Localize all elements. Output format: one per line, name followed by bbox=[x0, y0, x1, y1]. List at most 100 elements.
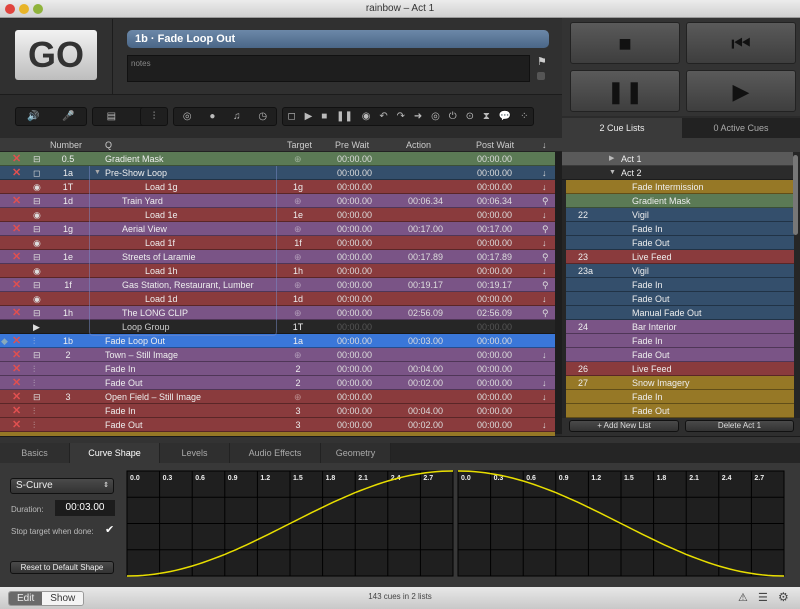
more-icon[interactable]: ⁘ bbox=[520, 111, 528, 122]
table-row[interactable]: ✕ ⊟ 2 Town – Still Image ⊕ 00:00.00 00:00.00 ↓ bbox=[0, 348, 555, 362]
flag-icon[interactable]: ⚑ bbox=[537, 55, 547, 68]
add-new-list-button[interactable]: + Add New List bbox=[569, 420, 679, 432]
table-row[interactable]: ✕ ⊟ 0.5 Gradient Mask ⊕ 00:00.00 00:00.00 bbox=[0, 152, 555, 166]
list-item[interactable]: Fade In bbox=[566, 334, 794, 348]
target-icon[interactable]: ⊕ bbox=[294, 278, 302, 292]
post-wait[interactable]: 00:00.00 bbox=[477, 166, 512, 180]
continue-mode-icon[interactable]: ⚲ bbox=[542, 306, 549, 320]
post-wait[interactable]: 00:00.00 bbox=[477, 404, 512, 418]
target-icon[interactable]: ⊕ bbox=[294, 348, 302, 362]
pre-wait[interactable]: 00:00.00 bbox=[337, 320, 372, 334]
target-icon[interactable]: ⊕ bbox=[294, 306, 302, 320]
list-item[interactable]: 23a Vigil bbox=[566, 264, 794, 278]
continue-mode-icon[interactable]: ⚲ bbox=[542, 250, 549, 264]
script-icon[interactable]: ⊙ bbox=[466, 111, 474, 122]
tab-geometry[interactable]: Geometry bbox=[321, 443, 391, 463]
speaker-icon[interactable]: 🔊 bbox=[27, 111, 39, 122]
pre-wait[interactable]: 00:00.00 bbox=[337, 152, 372, 166]
cue-number[interactable]: 3 bbox=[58, 390, 78, 404]
close-window-button[interactable] bbox=[5, 4, 15, 14]
post-wait[interactable]: 00:06.34 bbox=[477, 194, 512, 208]
post-wait[interactable]: 00:17.00 bbox=[477, 222, 512, 236]
tab-audio-effects[interactable]: Audio Effects bbox=[230, 443, 321, 463]
disclosure-triangle-icon[interactable]: ▶ bbox=[609, 152, 614, 166]
start-icon[interactable]: ▶ bbox=[305, 111, 313, 122]
redo-icon[interactable]: ↷ bbox=[397, 111, 405, 122]
disclosure-triangle-icon[interactable]: ▼ bbox=[609, 166, 616, 180]
target-icon[interactable]: ⊕ bbox=[294, 390, 302, 404]
load-icon[interactable]: ◉ bbox=[362, 111, 371, 122]
cue-target[interactable]: 1g bbox=[292, 180, 304, 194]
cue-lists-scrollbar[interactable] bbox=[793, 155, 798, 235]
table-row[interactable]: ◉ Load 1d 1d 00:00.00 00:00.00 ↓ bbox=[0, 292, 555, 306]
cue-name[interactable]: Town – Still Image bbox=[105, 348, 178, 362]
current-cue-name[interactable]: 1b · Fade Loop Out bbox=[127, 30, 549, 48]
header-pre-wait[interactable]: Pre Wait bbox=[335, 138, 369, 152]
action-duration[interactable]: 00:04.00 bbox=[408, 362, 443, 376]
cue-target[interactable]: 1T bbox=[292, 320, 304, 334]
list-item[interactable]: Fade In bbox=[566, 278, 794, 292]
cue-number[interactable]: 2 bbox=[58, 348, 78, 362]
pre-wait[interactable]: 00:00.00 bbox=[337, 264, 372, 278]
cue-name[interactable]: Fade Out bbox=[105, 418, 143, 432]
stop-icon[interactable]: ■ bbox=[321, 111, 327, 122]
cue-table-scrollbar[interactable] bbox=[555, 152, 562, 434]
cue-target[interactable]: 1d bbox=[292, 292, 304, 306]
list-item[interactable]: Fade In bbox=[566, 390, 794, 404]
continue-mode-icon[interactable]: ↓ bbox=[542, 236, 547, 250]
cue-target[interactable]: 1h bbox=[292, 264, 304, 278]
list-item[interactable]: Fade Out bbox=[566, 236, 794, 250]
cue-name[interactable]: Fade In bbox=[105, 362, 136, 376]
target-icon[interactable]: ⊕ bbox=[294, 152, 302, 166]
table-row[interactable]: ✕ ◻ 1a ▼ Pre-Show Loop 00:00.00 00:00.00 ↓ bbox=[0, 166, 555, 180]
continue-mode-icon[interactable]: ↓ bbox=[542, 418, 547, 432]
list-item[interactable]: 27 Snow Imagery bbox=[566, 376, 794, 390]
group-icon[interactable]: ◻ bbox=[287, 111, 295, 122]
continue-mode-icon[interactable]: ↓ bbox=[542, 264, 547, 278]
pre-wait[interactable]: 00:00.00 bbox=[337, 404, 372, 418]
table-row[interactable]: ✕ ⫶ Fade In 2 00:00.00 00:04.00 00:00.00 bbox=[0, 362, 555, 376]
target-icon[interactable]: ◎ bbox=[183, 111, 192, 122]
table-row[interactable]: ◉ Load 1f 1f 00:00.00 00:00.00 ↓ bbox=[0, 236, 555, 250]
table-row[interactable]: ✕ ⫶ Fade In 3 00:00.00 00:04.00 00:00.00 bbox=[0, 404, 555, 418]
cue-target[interactable]: 2 bbox=[292, 362, 304, 376]
list-item[interactable]: Fade In bbox=[566, 222, 794, 236]
pre-wait[interactable]: 00:00.00 bbox=[337, 236, 372, 250]
cue-number[interactable]: 1f bbox=[58, 278, 78, 292]
continue-mode-icon[interactable]: ↓ bbox=[542, 292, 547, 306]
action-duration[interactable]: 00:17.89 bbox=[408, 250, 443, 264]
power-icon[interactable]: ⏻ bbox=[449, 111, 457, 122]
continue-mode-icon[interactable]: ⚲ bbox=[542, 222, 549, 236]
pre-wait[interactable]: 00:00.00 bbox=[337, 292, 372, 306]
continue-mode-icon[interactable]: ↓ bbox=[542, 390, 547, 404]
table-row[interactable]: ✕ ⊟ 1e Streets of Laramie ⊕ 00:00.00 00:17.89 0… bbox=[0, 250, 555, 264]
header-target[interactable]: Target bbox=[287, 138, 312, 152]
cue-number[interactable]: 1g bbox=[58, 222, 78, 236]
target-icon[interactable]: ⊕ bbox=[294, 250, 302, 264]
go-button[interactable]: GO bbox=[15, 30, 97, 80]
list-item[interactable]: Fade Out bbox=[566, 292, 794, 306]
curve-shape-graphs[interactable]: 0.0 0.3 0.6 0.9 1.2 1.5 1.8 2.1 2.4 2.7 0.0 0.3 0.6 0… bbox=[0, 463, 800, 587]
action-duration[interactable]: 00:17.00 bbox=[408, 222, 443, 236]
stop-button[interactable]: ■ bbox=[570, 22, 680, 64]
header-number[interactable]: Number bbox=[50, 138, 82, 152]
action-duration[interactable]: 00:04.00 bbox=[408, 404, 443, 418]
action-duration[interactable]: 00:02.00 bbox=[408, 418, 443, 432]
continue-mode-icon[interactable]: ⚲ bbox=[542, 194, 549, 208]
play-button[interactable]: ▶ bbox=[686, 70, 796, 112]
list-item[interactable]: 23 Live Feed bbox=[566, 250, 794, 264]
rewind-button[interactable]: ⏮ bbox=[686, 22, 796, 64]
cue-name[interactable]: Fade Out bbox=[105, 376, 143, 390]
list-item[interactable]: 26 Live Feed bbox=[566, 362, 794, 376]
microphone-icon[interactable]: 🎤 bbox=[62, 111, 74, 122]
pre-wait[interactable]: 00:00.00 bbox=[337, 278, 372, 292]
split-view-divider[interactable] bbox=[0, 436, 800, 443]
post-wait[interactable]: 00:00.00 bbox=[477, 180, 512, 194]
tab-basics[interactable]: Basics bbox=[0, 443, 70, 463]
table-row[interactable]: ◉ Load 1h 1h 00:00.00 00:00.00 ↓ bbox=[0, 264, 555, 278]
continue-mode-icon[interactable]: ↓ bbox=[542, 180, 547, 194]
list-icon[interactable]: ☰ bbox=[758, 591, 768, 604]
cue-target[interactable]: 1e bbox=[292, 208, 304, 222]
post-wait[interactable]: 00:00.00 bbox=[477, 264, 512, 278]
cue-target[interactable]: 3 bbox=[292, 418, 304, 432]
